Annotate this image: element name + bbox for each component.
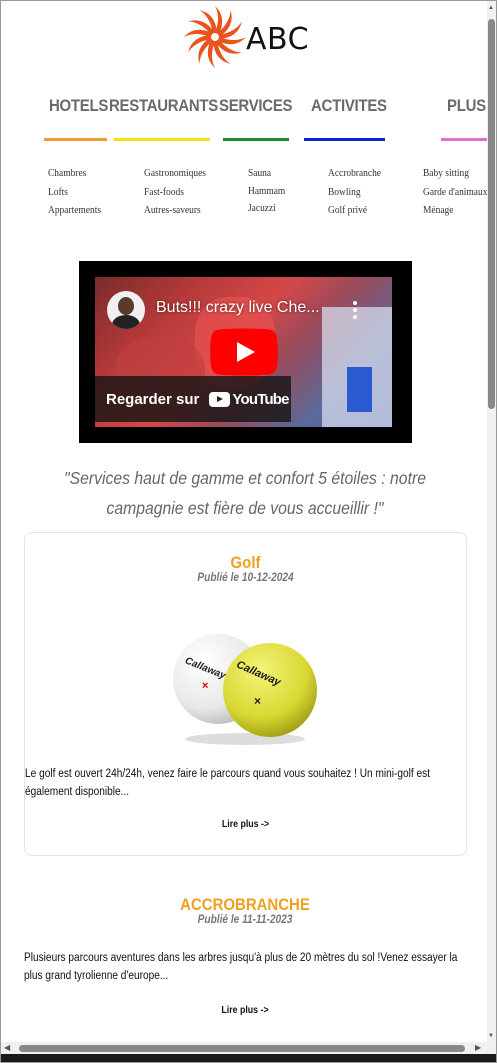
submenu-plus: Baby sitting Garde d'animaux Ménage xyxy=(423,165,487,221)
nav-underline-activites xyxy=(304,138,385,141)
vertical-scroll-thumb[interactable] xyxy=(488,19,495,409)
submenu-link[interactable]: Garde d'animaux xyxy=(423,184,487,203)
vertical-scrollbar[interactable]: ▲ ▼ xyxy=(487,1,496,1044)
nav-item-hotels[interactable]: HOTELS xyxy=(49,96,108,116)
submenu-link[interactable]: Sauna xyxy=(248,165,285,183)
browser-frame: ABC HOTELS RESTAURANTS SERVICES ACTIVITE… xyxy=(0,0,497,1063)
watch-label: Regarder sur xyxy=(106,390,200,408)
horizontal-scrollbar[interactable]: ◀ ▶ xyxy=(1,1042,496,1054)
submenu-link[interactable]: Jacuzzi xyxy=(248,200,285,218)
nav-underline-hotels xyxy=(44,138,107,141)
scroll-right-arrow-icon[interactable]: ▶ xyxy=(475,1043,481,1052)
nav-item-plus[interactable]: PLUS xyxy=(447,96,486,116)
channel-avatar[interactable] xyxy=(107,291,145,329)
article-excerpt: Plusieurs parcours aventures dans les ar… xyxy=(24,952,458,982)
submenu-link[interactable]: Accrobranche xyxy=(328,165,381,184)
video-thumbnail[interactable]: Buts!!! crazy live Che... Regarder sur Y… xyxy=(95,277,392,427)
svg-text:×: × xyxy=(202,680,208,692)
scroll-left-arrow-icon[interactable]: ◀ xyxy=(4,1043,10,1052)
youtube-logo-icon: YouTube xyxy=(209,391,290,408)
submenu-link[interactable]: Baby sitting xyxy=(423,165,487,184)
tagline-quote: "Services haut de gamme et confort 5 éto… xyxy=(64,468,426,518)
submenu-link[interactable]: Autres-saveurs xyxy=(144,202,206,221)
submenu-link[interactable]: Ménage xyxy=(423,202,487,221)
svg-text:×: × xyxy=(254,694,261,708)
golf-balls-image: Callaway × Callaway × xyxy=(173,634,317,745)
submenu-link[interactable]: Golf privé xyxy=(328,202,381,221)
submenu-link[interactable]: Bowling xyxy=(328,184,381,203)
article-excerpt: Le golf est ouvert 24h/24h, venez faire … xyxy=(25,768,431,798)
watch-on-youtube-button[interactable]: Regarder sur YouTube xyxy=(95,376,291,422)
horizontal-scroll-thumb[interactable] xyxy=(19,1045,465,1052)
submenu-link[interactable]: Chambres xyxy=(48,165,101,184)
nav-underline-services xyxy=(223,138,289,141)
more-options-icon[interactable] xyxy=(353,301,357,319)
article-date: Publié le 11-11-2023 xyxy=(197,914,293,926)
nav-underline-restaurants xyxy=(114,138,210,141)
submenu-activites: Accrobranche Bowling Golf privé xyxy=(328,165,381,221)
submenu-services: Sauna Hammam Jacuzzi xyxy=(248,165,285,218)
article-title[interactable]: ACCROBRANCHE xyxy=(31,895,459,915)
submenu-link[interactable]: Hammam xyxy=(248,183,285,201)
nav-underline-plus xyxy=(441,138,488,141)
video-title[interactable]: Buts!!! crazy live Che... xyxy=(156,299,320,317)
main-nav: HOTELS RESTAURANTS SERVICES ACTIVITES PL… xyxy=(2,96,488,146)
submenu-hotels: Chambres Lofts Appartements xyxy=(48,165,101,221)
nav-item-services[interactable]: SERVICES xyxy=(219,96,293,116)
play-button-icon[interactable] xyxy=(210,328,278,376)
scroll-up-arrow-icon[interactable]: ▲ xyxy=(488,5,494,11)
submenu-link[interactable]: Appartements xyxy=(48,202,101,221)
submenu-link[interactable]: Lofts xyxy=(48,184,101,203)
submenu-link[interactable]: Gastronomiques xyxy=(144,165,206,184)
article-date: Publié le 10-12-2024 xyxy=(197,572,294,584)
youtube-embed[interactable]: Buts!!! crazy live Che... Regarder sur Y… xyxy=(79,261,412,443)
brand-name: ABC xyxy=(246,21,310,57)
nav-item-restaurants[interactable]: RESTAURANTS xyxy=(109,96,218,116)
scroll-down-arrow-icon[interactable]: ▼ xyxy=(488,1033,494,1039)
nav-item-activites[interactable]: ACTIVITES xyxy=(311,96,387,116)
site-logo[interactable]: ABC xyxy=(182,4,309,70)
article-title[interactable]: Golf xyxy=(51,553,439,573)
read-more-link[interactable]: Lire plus -> xyxy=(31,1005,459,1016)
article-card-golf: Golf Publié le 10-12-2024 Callaway × Cal… xyxy=(24,532,467,856)
sunburst-logo-icon xyxy=(184,6,246,68)
submenu-restaurants: Gastronomiques Fast-foods Autres-saveurs xyxy=(144,165,206,221)
page-content: ABC HOTELS RESTAURANTS SERVICES ACTIVITE… xyxy=(2,2,488,1042)
read-more-link[interactable]: Lire plus -> xyxy=(51,819,439,830)
submenu-link[interactable]: Fast-foods xyxy=(144,184,206,203)
window-bottom-edge xyxy=(1,1054,496,1062)
